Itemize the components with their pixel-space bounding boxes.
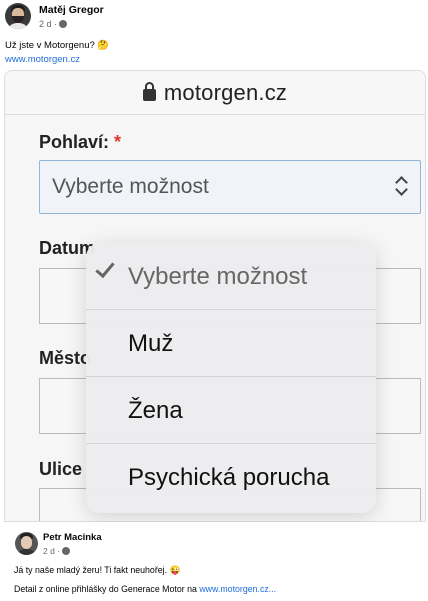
url-text: motorgen.cz [163, 79, 288, 105]
globe-icon [59, 19, 68, 28]
city-label: Město [39, 348, 92, 368]
browser-url-bar: motorgen.cz [5, 71, 425, 115]
comment-author[interactable]: Petr Macinka [43, 532, 102, 543]
updown-chevron-icon [394, 175, 410, 199]
option-female: Žena [86, 377, 376, 444]
comment-link[interactable]: www.motorgen.cz... [199, 584, 276, 594]
option-male: Muž [86, 310, 376, 377]
gender-select: Vyberte možnost [39, 160, 421, 214]
post-link[interactable]: www.motorgen.cz [5, 54, 80, 65]
comment-timestamp[interactable]: 2 d · [43, 546, 71, 556]
option-disorder: Psychická porucha [128, 464, 330, 491]
post-timestamp[interactable]: 2 d · [39, 19, 104, 29]
author-avatar[interactable] [5, 3, 31, 29]
street-label: Ulice [39, 459, 83, 479]
post-text: Už jste v Motorgenu? 🤔 [5, 40, 110, 51]
comment: Petr Macinka 2 d · Já ty naše mladý žeru… [0, 522, 428, 601]
option-default: Vyberte možnost [86, 243, 376, 310]
post-header: Matěj Gregor 2 d · [5, 3, 104, 29]
gender-dropdown-menu: Vyberte možnost Muž Žena Psychická poruc… [86, 243, 376, 513]
post-author[interactable]: Matěj Gregor [39, 4, 104, 16]
comment-detail: Detail z online přihlášky do Generace Mo… [14, 584, 277, 594]
required-mark: * [114, 132, 122, 152]
commenter-avatar[interactable] [15, 532, 38, 555]
globe-icon [62, 547, 71, 555]
checkmark-icon [95, 257, 115, 279]
select-value: Vyberte možnost [52, 175, 209, 198]
lock-icon [142, 82, 156, 101]
comment-text: Já ty naše mladý žeru! Ti fakt neuhořej.… [14, 565, 181, 575]
gender-label: Pohlaví: * [39, 132, 122, 152]
